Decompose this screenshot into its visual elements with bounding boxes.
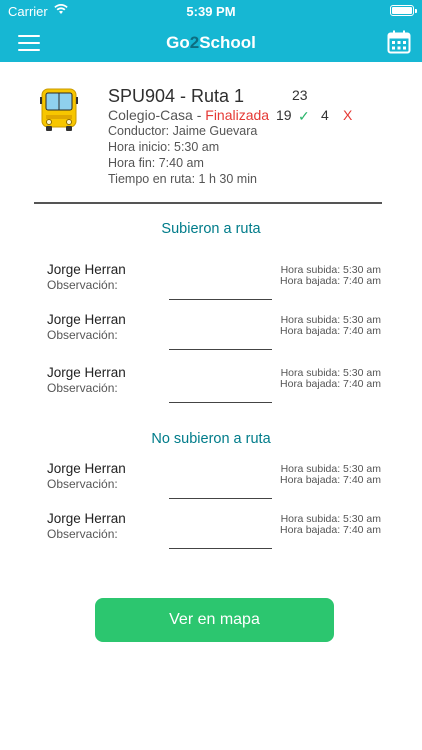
route-direction-label: Colegio-Casa - xyxy=(108,107,206,123)
observation-label: Observación: xyxy=(47,527,118,541)
check-icon: ✓ xyxy=(298,108,310,124)
divider xyxy=(34,202,382,204)
student-name: Jorge Herran xyxy=(47,365,126,380)
observation-label: Observación: xyxy=(47,328,118,342)
x-icon: X xyxy=(343,107,353,123)
not-boarded-count: 4 xyxy=(321,107,329,123)
student-name: Jorge Herran xyxy=(47,461,126,476)
list-item[interactable]: Jorge Herran Observación: Hora subida: 5… xyxy=(0,312,422,360)
logo-two: 2 xyxy=(189,33,200,52)
route-title: SPU904 - Ruta 1 xyxy=(108,86,245,106)
boarded-section-title: Subieron a ruta xyxy=(161,221,261,237)
route-direction: Colegio-Casa - Finalizada xyxy=(108,107,269,123)
dropoff-time: Hora bajada: 7:40 am xyxy=(280,275,381,287)
student-name: Jorge Herran xyxy=(47,262,126,277)
observation-line xyxy=(169,548,272,549)
app-logo: Go2School xyxy=(0,33,422,53)
route-status: Finalizada xyxy=(205,107,270,123)
logo-prefix: Go xyxy=(166,33,190,52)
observation-line xyxy=(169,349,272,350)
boarded-count: 19 xyxy=(276,107,292,123)
calendar-icon[interactable] xyxy=(387,30,411,54)
status-bar: Carrier 5:39 PM xyxy=(0,0,422,22)
observation-label: Observación: xyxy=(47,477,118,491)
observation-label: Observación: xyxy=(47,278,118,292)
driver-label: Conductor: Jaime Guevara xyxy=(108,124,258,138)
dropoff-time: Hora bajada: 7:40 am xyxy=(280,378,381,390)
dropoff-time: Hora bajada: 7:40 am xyxy=(280,474,381,486)
status-time: 5:39 PM xyxy=(186,4,236,19)
not-boarded-section-title: No subieron a ruta xyxy=(151,431,271,447)
observation-line xyxy=(169,402,272,403)
observation-line xyxy=(169,498,272,499)
dropoff-time: Hora bajada: 7:40 am xyxy=(280,524,381,536)
list-item[interactable]: Jorge Herran Observación: Hora subida: 5… xyxy=(0,461,422,509)
observation-label: Observación: xyxy=(47,381,118,395)
list-item[interactable]: Jorge Herran Observación: Hora subida: 5… xyxy=(0,365,422,413)
logo-suffix: School xyxy=(199,33,256,52)
observation-line xyxy=(169,299,272,300)
list-item[interactable]: Jorge Herran Observación: Hora subida: 5… xyxy=(0,511,422,559)
end-time-label: Hora fin: 7:40 am xyxy=(108,156,204,170)
duration-label: Tiempo en ruta: 1 h 30 min xyxy=(108,172,257,186)
battery-icon xyxy=(390,5,417,16)
student-name: Jorge Herran xyxy=(47,312,126,327)
bus-icon xyxy=(40,88,78,131)
start-time-label: Hora inicio: 5:30 am xyxy=(108,140,220,154)
total-students-count: 23 xyxy=(292,87,308,103)
app-header: Carrier 5:39 PM Go2School xyxy=(0,0,422,62)
student-name: Jorge Herran xyxy=(47,511,126,526)
list-item[interactable]: Jorge Herran Observación: Hora subida: 5… xyxy=(0,262,422,310)
view-map-button[interactable]: Ver en mapa xyxy=(95,598,334,642)
dropoff-time: Hora bajada: 7:40 am xyxy=(280,325,381,337)
